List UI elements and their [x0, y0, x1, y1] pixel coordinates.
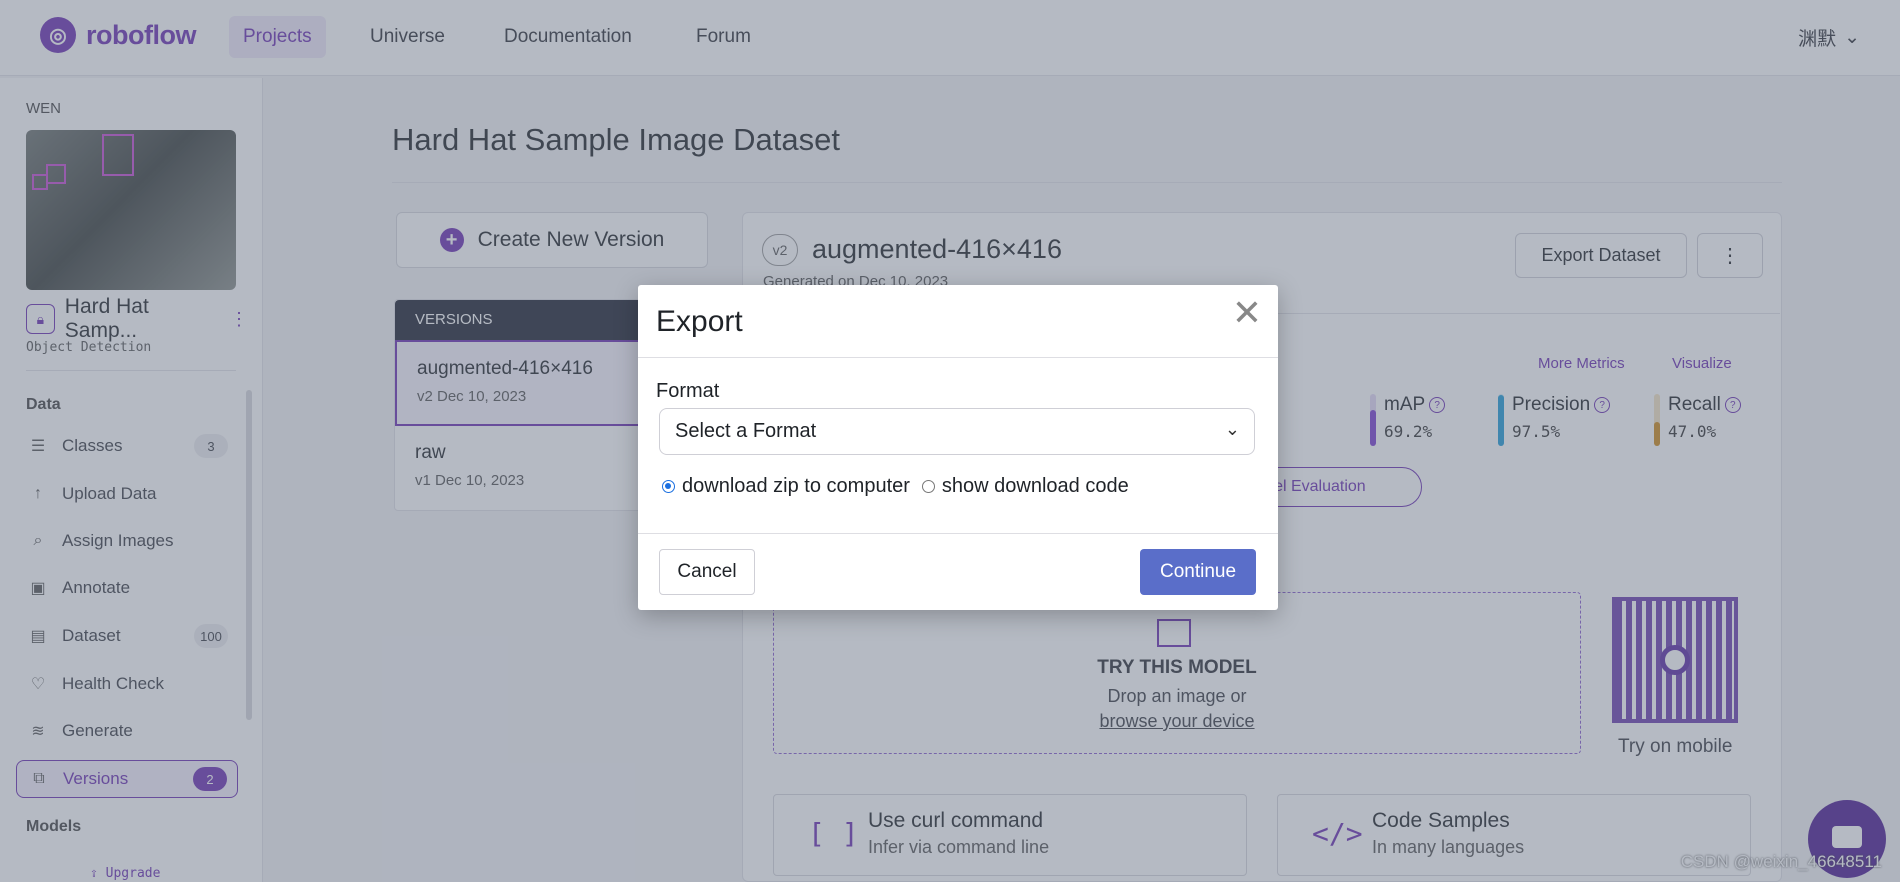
radio-download-zip[interactable] — [662, 480, 675, 493]
dialog-title: Export — [656, 305, 743, 338]
download-option-group: download zip to computer show download c… — [662, 475, 1129, 498]
format-select[interactable]: Select a Format ⌄ — [659, 408, 1255, 455]
format-label: Format — [656, 380, 720, 402]
divider — [638, 533, 1278, 534]
continue-button[interactable]: Continue — [1140, 549, 1256, 595]
divider — [638, 357, 1278, 358]
chevron-down-icon: ⌄ — [1224, 419, 1240, 439]
format-select-value: Select a Format — [675, 420, 817, 442]
close-icon[interactable]: ✕ — [1232, 295, 1262, 331]
export-dialog: Export ✕ Format Select a Format ⌄ downlo… — [638, 285, 1278, 610]
cancel-button[interactable]: Cancel — [659, 549, 755, 595]
radio-show-code[interactable] — [921, 480, 935, 493]
radio-label[interactable]: download zip to computer — [682, 475, 910, 498]
radio-label[interactable]: show download code — [942, 475, 1129, 498]
